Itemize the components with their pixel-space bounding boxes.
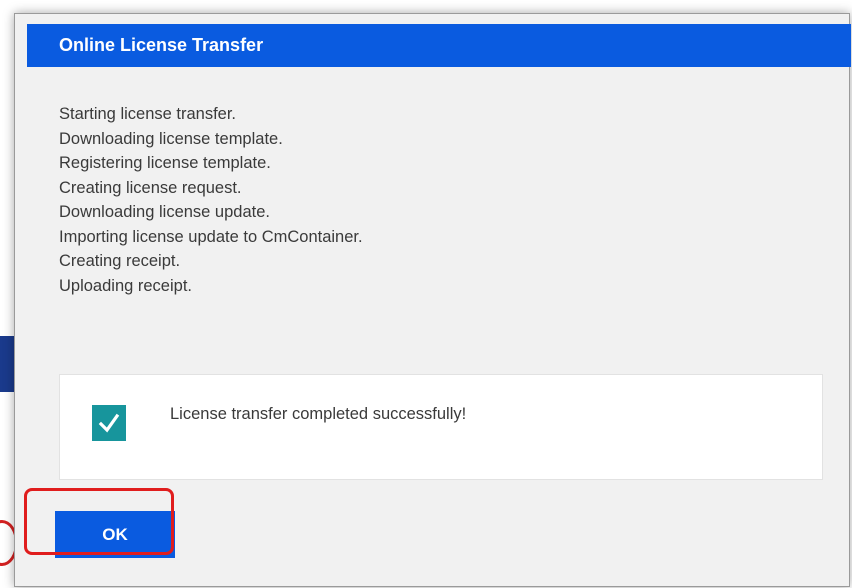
log-line: Downloading license update. [59, 203, 270, 221]
log-line: Creating license request. [59, 178, 242, 197]
success-message: License transfer completed successfully! [170, 405, 467, 423]
checkmark-icon [92, 405, 126, 441]
ok-button[interactable]: OK [55, 511, 175, 558]
log-line: Downloading license template. [59, 129, 283, 148]
license-transfer-dialog: Online License Transfer Starting license… [14, 13, 851, 587]
log-line: Starting license transfer. [59, 105, 237, 123]
result-panel: License transfer completed successfully! [59, 374, 823, 480]
log-line: Registering license template. [59, 154, 271, 172]
log-line: Importing license update to CmContainer. [59, 227, 363, 246]
background-nav-band [0, 336, 14, 392]
transfer-log: Starting license transfer. Downloading l… [59, 102, 363, 298]
dialog-titlebar: Online License Transfer [27, 24, 851, 67]
log-line: Uploading receipt. [59, 276, 192, 295]
dialog-title: Online License Transfer [59, 35, 264, 55]
checkmark-glyph [98, 413, 120, 433]
log-line: Creating receipt. [59, 252, 181, 270]
